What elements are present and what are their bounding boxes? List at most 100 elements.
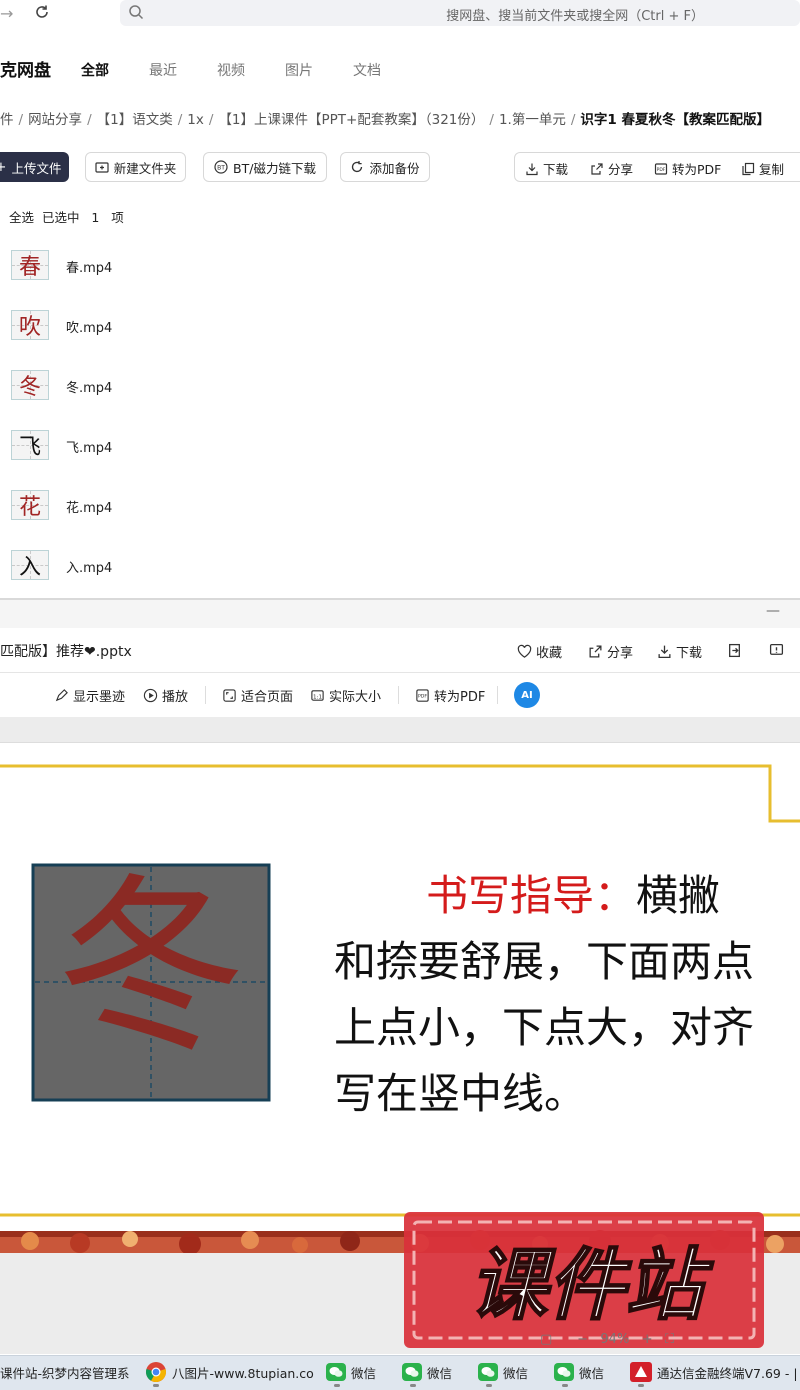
file-name[interactable]: 花.mp4: [66, 497, 112, 516]
copy-button[interactable]: 复制: [741, 159, 784, 178]
breadcrumb-item[interactable]: 1x: [187, 112, 204, 128]
taskbar-item[interactable]: 微信: [554, 1361, 604, 1383]
taskbar-label: 微信: [427, 1365, 453, 1381]
file-name[interactable]: 春.mp4: [66, 257, 112, 276]
file-row[interactable]: 入 入.mp4: [0, 535, 800, 595]
viewer-top-margin: [0, 717, 800, 743]
taskbar-item[interactable]: 通达信金融终端V7.69 - |: [630, 1361, 798, 1383]
favorite-label: 收藏: [536, 646, 563, 661]
taskbar-label: 课件站-织梦内容管理系: [0, 1365, 130, 1381]
folder-plus-icon: [95, 162, 109, 173]
search-icon: [129, 5, 144, 20]
preview-download-button[interactable]: 下载: [657, 642, 702, 661]
taskbar-item[interactable]: 课件站-织梦内容管理系: [0, 1361, 130, 1383]
open-external-icon[interactable]: [727, 643, 742, 658]
slide-frame-top: [0, 764, 800, 823]
chrome-icon: [146, 1362, 166, 1383]
share-button[interactable]: 分享: [590, 159, 633, 178]
breadcrumb-item[interactable]: 【1】语文类: [97, 108, 173, 128]
zoom-out-icon[interactable]: −: [577, 1332, 588, 1347]
taskbar-item[interactable]: 微信: [402, 1361, 452, 1383]
viewer-to-pdf-button[interactable]: PDF 转为PDF: [415, 686, 485, 705]
toolbar-divider: [497, 686, 498, 704]
breadcrumb-current: 识字1 春夏秋冬【教案匹配版】: [580, 112, 770, 128]
minimize-button[interactable]: —: [766, 603, 780, 619]
video-thumbnail: 冬: [11, 370, 49, 400]
share-label: 分享: [608, 162, 634, 177]
taskbar-item[interactable]: 微信: [326, 1361, 376, 1383]
file-row[interactable]: 吹 吹.mp4: [0, 295, 800, 355]
tab-recent[interactable]: 最近: [149, 60, 177, 80]
bt-icon: BT: [214, 160, 228, 174]
actual-size-icon: 1:1: [311, 690, 324, 701]
breadcrumb-item[interactable]: 件: [0, 108, 14, 128]
zoom-controls: ▢ − 94% + ⛶: [540, 1332, 674, 1347]
slide-heading: 书写指导：: [426, 871, 637, 920]
fit-page-button[interactable]: 适合页面: [222, 686, 293, 705]
file-row[interactable]: 冬 冬.mp4: [0, 355, 800, 415]
upload-button[interactable]: + 上传文件: [0, 152, 69, 182]
copy-label: 复制: [759, 162, 785, 177]
file-row[interactable]: 花 花.mp4: [0, 475, 800, 535]
selected-label: 已选中: [41, 210, 80, 225]
new-folder-button[interactable]: 新建文件夹: [85, 152, 186, 182]
sync-icon: [352, 161, 363, 173]
toolbar-separator: [0, 672, 800, 673]
preview-drag-bar[interactable]: [0, 600, 800, 628]
svg-text:BT: BT: [217, 165, 225, 172]
ai-assistant-button[interactable]: AI: [514, 682, 540, 708]
refresh-icon[interactable]: [34, 4, 50, 20]
taskbar-item[interactable]: 八图片-www.8tupian.co: [145, 1361, 314, 1383]
download-icon: [658, 645, 671, 659]
tab-all[interactable]: 全部: [81, 60, 109, 80]
preview-share-button[interactable]: 分享: [588, 642, 633, 661]
tab-video[interactable]: 视频: [217, 60, 245, 80]
new-folder-label: 新建文件夹: [113, 160, 177, 176]
watermark-text: 课件站: [469, 1241, 714, 1331]
file-row[interactable]: 飞 飞.mp4: [0, 415, 800, 475]
slide-writing-guide: 书写指导：横撇和捺要舒展，下面两点上点小，下点大，对齐写在竖中线。: [334, 863, 754, 1127]
plus-icon: +: [0, 159, 7, 175]
add-backup-button[interactable]: 添加备份: [340, 152, 430, 182]
actual-size-button[interactable]: 1:1 实际大小: [310, 686, 381, 705]
show-ink-button[interactable]: 显示墨迹: [54, 686, 125, 705]
svg-text:1:1: 1:1: [313, 694, 322, 700]
file-row[interactable]: 春 春.mp4: [0, 235, 800, 295]
forward-icon[interactable]: →: [0, 4, 13, 23]
breadcrumb-item[interactable]: 1.第一单元: [499, 108, 566, 128]
file-name[interactable]: 入.mp4: [66, 557, 112, 576]
download-button[interactable]: 下载: [525, 159, 568, 178]
tab-document[interactable]: 文档: [353, 60, 381, 80]
bt-download-button[interactable]: BT BT/磁力链下载: [203, 152, 327, 182]
fit-page-label: 适合页面: [241, 690, 294, 705]
search-input[interactable]: 搜网盘、搜当前文件夹或搜全网（Ctrl + F）: [120, 0, 800, 26]
breadcrumb: 件 / 网站分享 / 【1】语文类/1x / 【1】上课课件【PPT+配套教案】（321份）…: [0, 108, 800, 130]
report-icon[interactable]: [769, 643, 784, 658]
breadcrumb-item[interactable]: 【1】上课课件【PPT+配套教案】（321份）: [218, 108, 484, 128]
share-icon: [591, 162, 603, 175]
preview-file-title: 匹配版】推荐❤.pptx: [0, 644, 132, 660]
copy-icon: [742, 162, 755, 175]
search-placeholder: 搜网盘、搜当前文件夹或搜全网（Ctrl + F）: [446, 9, 704, 24]
breadcrumb-item[interactable]: 网站分享: [28, 108, 82, 128]
favorite-button[interactable]: 收藏: [517, 642, 562, 661]
video-thumbnail: 入: [11, 550, 49, 580]
page-icon[interactable]: ▢: [540, 1332, 552, 1347]
selection-row: 全选 已选中 1 项: [9, 207, 124, 226]
tab-image[interactable]: 图片: [285, 60, 313, 80]
select-all-checkbox[interactable]: 全选: [9, 210, 34, 225]
bt-label: BT/磁力链下载: [233, 160, 316, 176]
file-name[interactable]: 冬.mp4: [66, 377, 112, 396]
preview-download-label: 下载: [676, 646, 703, 661]
file-name[interactable]: 飞.mp4: [66, 437, 112, 456]
play-button[interactable]: 播放: [143, 686, 188, 705]
zoom-in-icon[interactable]: +: [642, 1332, 653, 1347]
toolbar-divider: [398, 686, 399, 704]
selected-count: 1: [91, 210, 100, 225]
to-pdf-button[interactable]: PDF 转为PDF: [654, 159, 721, 178]
video-thumbnail: 春: [11, 250, 49, 280]
taskbar-item[interactable]: 微信: [478, 1361, 528, 1383]
file-name[interactable]: 吹.mp4: [66, 317, 112, 336]
download-icon: [526, 163, 538, 175]
fullscreen-icon[interactable]: ⛶: [665, 1332, 674, 1347]
